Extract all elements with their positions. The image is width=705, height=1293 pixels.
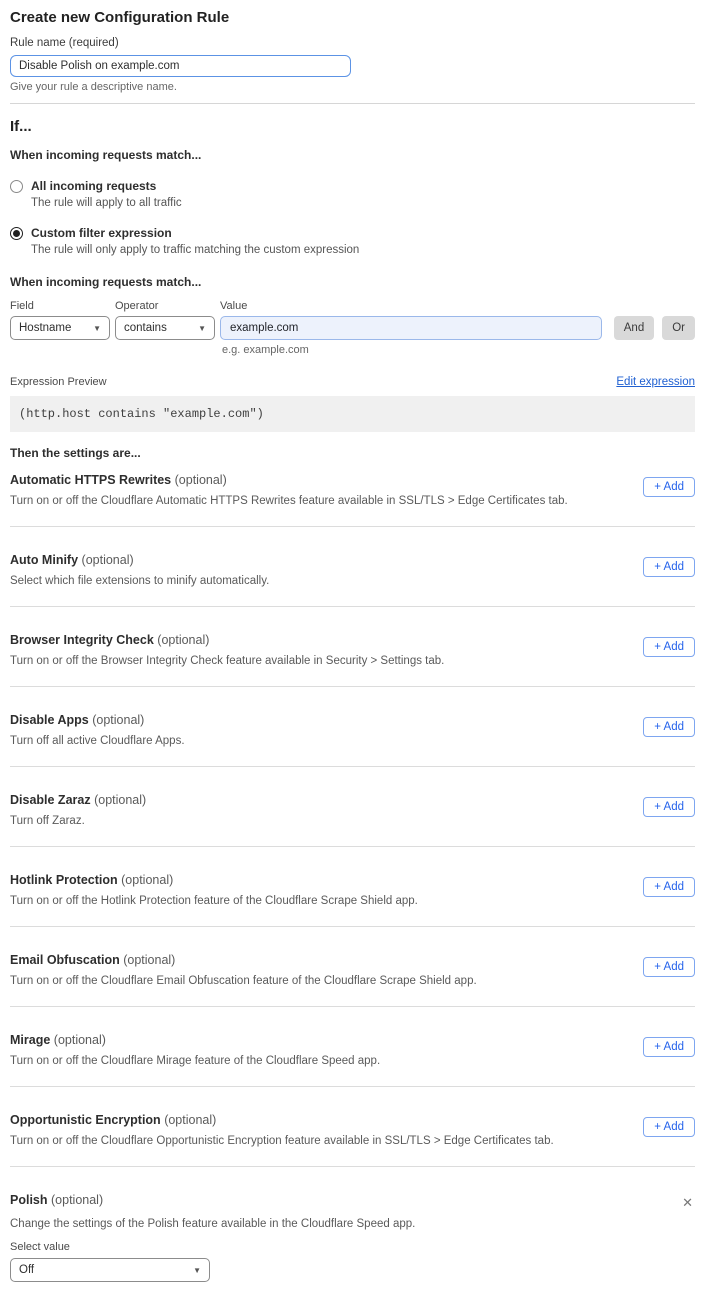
optional-suffix: (optional) xyxy=(51,1193,103,1207)
optional-suffix: (optional) xyxy=(175,473,227,487)
add-button[interactable]: + Add xyxy=(643,637,695,657)
setting-title: Disable Zaraz xyxy=(10,793,91,807)
edit-expression-link[interactable]: Edit expression xyxy=(616,376,695,388)
setting-description: Turn off Zaraz. xyxy=(10,814,643,828)
incoming-requests-match-label: When incoming requests match... xyxy=(10,148,695,163)
setting-section: Browser Integrity Check (optional) Turn … xyxy=(10,607,695,687)
optional-suffix: (optional) xyxy=(54,1033,106,1047)
setting-title: Polish xyxy=(10,1193,48,1207)
value-label: Value xyxy=(220,300,695,313)
rule-name-label: Rule name (required) xyxy=(10,37,695,50)
add-button[interactable]: + Add xyxy=(643,477,695,497)
expression-builder-heading: When incoming requests match... xyxy=(10,275,695,290)
radio-unselected-icon[interactable] xyxy=(10,180,23,193)
setting-section: Email Obfuscation (optional) Turn on or … xyxy=(10,927,695,1007)
setting-description: Turn on or off the Cloudflare Opportunis… xyxy=(10,1134,643,1148)
radio-option-description: The rule will apply to all traffic xyxy=(31,196,182,210)
setting-section-polish: Polish (optional) ✕ Change the settings … xyxy=(10,1167,695,1282)
radio-option-label: All incoming requests xyxy=(31,179,182,194)
optional-suffix: (optional) xyxy=(94,793,146,807)
optional-suffix: (optional) xyxy=(157,633,209,647)
value-helper: e.g. example.com xyxy=(222,344,695,357)
then-settings-heading: Then the settings are... xyxy=(10,446,695,461)
polish-value-select[interactable]: Off ▼ xyxy=(10,1258,210,1282)
rule-name-input[interactable] xyxy=(10,55,351,77)
value-input[interactable] xyxy=(220,316,602,340)
or-button[interactable]: Or xyxy=(662,316,695,340)
setting-title: Browser Integrity Check xyxy=(10,633,154,647)
rule-name-helper: Give your rule a descriptive name. xyxy=(10,81,695,94)
setting-section: Opportunistic Encryption (optional) Turn… xyxy=(10,1087,695,1167)
setting-title: Automatic HTTPS Rewrites xyxy=(10,473,171,487)
expression-preview-code: (http.host contains "example.com") xyxy=(10,396,695,432)
optional-suffix: (optional) xyxy=(92,713,144,727)
setting-description: Turn off all active Cloudflare Apps. xyxy=(10,734,643,748)
add-button[interactable]: + Add xyxy=(643,1117,695,1137)
setting-description: Change the settings of the Polish featur… xyxy=(10,1217,695,1231)
setting-section: Disable Apps (optional) Turn off all act… xyxy=(10,687,695,767)
close-icon[interactable]: ✕ xyxy=(680,1194,695,1211)
polish-select-value: Off xyxy=(19,1264,34,1276)
setting-description: Turn on or off the Hotlink Protection fe… xyxy=(10,894,643,908)
settings-list: Automatic HTTPS Rewrites (optional) Turn… xyxy=(10,461,695,1167)
configuration-rule-form: Create new Configuration Rule Rule name … xyxy=(0,9,705,1293)
setting-description: Turn on or off the Cloudflare Email Obfu… xyxy=(10,974,643,988)
field-select-value: Hostname xyxy=(19,322,71,334)
add-button[interactable]: + Add xyxy=(643,877,695,897)
section-divider xyxy=(10,103,695,104)
chevron-down-icon: ▼ xyxy=(192,324,206,333)
select-value-label: Select value xyxy=(10,1241,695,1254)
radio-selected-icon[interactable] xyxy=(10,227,23,240)
setting-section: Auto Minify (optional) Select which file… xyxy=(10,527,695,607)
if-heading: If... xyxy=(10,118,695,136)
operator-label: Operator xyxy=(115,300,220,313)
setting-description: Turn on or off the Browser Integrity Che… xyxy=(10,654,643,668)
page-title: Create new Configuration Rule xyxy=(10,9,695,27)
setting-title: Hotlink Protection xyxy=(10,873,118,887)
add-button[interactable]: + Add xyxy=(643,1037,695,1057)
radio-option-custom-filter-expression[interactable]: Custom filter expression The rule will o… xyxy=(10,226,695,257)
setting-title: Disable Apps xyxy=(10,713,89,727)
setting-title: Mirage xyxy=(10,1033,50,1047)
operator-select-value: contains xyxy=(124,322,167,334)
setting-section: Disable Zaraz (optional) Turn off Zaraz.… xyxy=(10,767,695,847)
setting-section: Automatic HTTPS Rewrites (optional) Turn… xyxy=(10,461,695,527)
setting-description: Turn on or off the Cloudflare Mirage fea… xyxy=(10,1054,643,1068)
setting-description: Select which file extensions to minify a… xyxy=(10,574,643,588)
optional-suffix: (optional) xyxy=(121,873,173,887)
setting-section: Hotlink Protection (optional) Turn on or… xyxy=(10,847,695,927)
add-button[interactable]: + Add xyxy=(643,717,695,737)
setting-description: Turn on or off the Cloudflare Automatic … xyxy=(10,494,643,508)
radio-option-description: The rule will only apply to traffic matc… xyxy=(31,243,359,257)
expression-preview-label: Expression Preview xyxy=(10,376,107,389)
optional-suffix: (optional) xyxy=(82,553,134,567)
radio-option-all-incoming-requests[interactable]: All incoming requests The rule will appl… xyxy=(10,179,695,210)
chevron-down-icon: ▼ xyxy=(87,324,101,333)
add-button[interactable]: + Add xyxy=(643,957,695,977)
chevron-down-icon: ▼ xyxy=(187,1266,201,1275)
operator-select[interactable]: contains ▼ xyxy=(115,316,215,340)
setting-title: Opportunistic Encryption xyxy=(10,1113,161,1127)
field-label: Field xyxy=(10,300,115,313)
optional-suffix: (optional) xyxy=(123,953,175,967)
radio-option-label: Custom filter expression xyxy=(31,226,359,241)
setting-title: Email Obfuscation xyxy=(10,953,120,967)
add-button[interactable]: + Add xyxy=(643,797,695,817)
setting-section: Mirage (optional) Turn on or off the Clo… xyxy=(10,1007,695,1087)
field-select[interactable]: Hostname ▼ xyxy=(10,316,110,340)
and-button[interactable]: And xyxy=(614,316,654,340)
setting-title: Auto Minify xyxy=(10,553,78,567)
add-button[interactable]: + Add xyxy=(643,557,695,577)
optional-suffix: (optional) xyxy=(164,1113,216,1127)
